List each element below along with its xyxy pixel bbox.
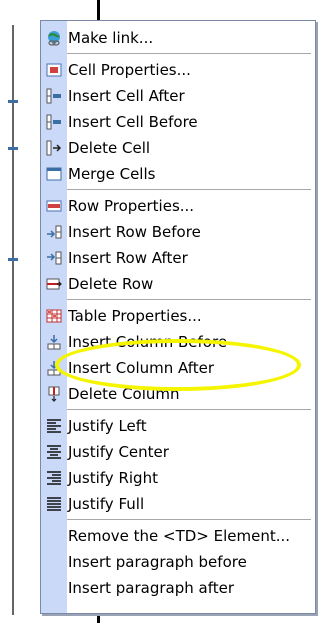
menu-item-label: Insert Row Before (68, 223, 201, 241)
background-marker (8, 147, 18, 150)
menu-item-insert-paragraph-after[interactable]: Insert paragraph after (41, 575, 315, 601)
background-cursor-line (97, 614, 100, 623)
menu-item-label: Insert paragraph before (68, 553, 247, 571)
background-marker (8, 258, 18, 261)
menu-item-justify-center[interactable]: Justify Center (41, 439, 315, 465)
menu-item-delete-row[interactable]: Delete Row (41, 271, 315, 297)
menu-item-label: Remove the <TD> Element... (68, 527, 291, 545)
background-marker (8, 100, 18, 103)
menu-item-insert-cell-before[interactable]: Insert Cell Before (41, 109, 315, 135)
menu-item-label: Justify Center (68, 443, 169, 461)
menu-item-label: Insert Row After (68, 249, 188, 267)
menu-item-insert-row-after[interactable]: Insert Row After (41, 245, 315, 271)
menu-item-label: Merge Cells (68, 165, 156, 183)
row-properties-icon (46, 200, 62, 212)
menu-item-label: Justify Left (68, 417, 147, 435)
context-menu: Make link... Cell Properties... Insert C… (40, 20, 316, 614)
menu-separator (67, 409, 311, 410)
menu-item-justify-full[interactable]: Justify Full (41, 491, 315, 517)
menu-item-label: Delete Row (68, 275, 154, 293)
globe-link-icon (48, 31, 60, 46)
background-border-line (12, 25, 14, 615)
menu-item-make-link[interactable]: Make link... (41, 25, 315, 51)
delete-row-icon (46, 278, 62, 290)
insert-row-after-icon (47, 251, 62, 265)
insert-cell-before-icon (46, 114, 61, 130)
justify-full-icon (47, 497, 61, 511)
menu-item-label: Table Properties... (68, 307, 202, 325)
menu-item-label: Delete Cell (68, 139, 151, 157)
background-cursor-line (97, 0, 100, 20)
justify-left-icon (47, 419, 61, 433)
delete-cell-icon (46, 140, 62, 156)
menu-item-label: Insert Cell Before (68, 113, 198, 131)
highlight-ellipse (55, 339, 301, 391)
menu-separator (67, 53, 311, 54)
delete-column-icon (48, 386, 60, 402)
merge-cells-icon (46, 167, 62, 181)
menu-item-label: Insert paragraph after (68, 579, 235, 597)
table-properties-icon (46, 309, 62, 323)
cell-properties-icon (46, 63, 62, 77)
insert-cell-after-icon (46, 88, 61, 104)
menu-item-justify-left[interactable]: Justify Left (41, 413, 315, 439)
menu-item-label: Justify Right (68, 469, 158, 487)
menu-item-merge-cells[interactable]: Merge Cells (41, 161, 315, 187)
menu-item-cell-properties[interactable]: Cell Properties... (41, 57, 315, 83)
menu-item-insert-cell-after[interactable]: Insert Cell After (41, 83, 315, 109)
menu-item-row-properties[interactable]: Row Properties... (41, 193, 315, 219)
menu-separator (67, 299, 311, 300)
justify-center-icon (47, 445, 61, 459)
menu-item-label: Cell Properties... (68, 61, 191, 79)
menu-item-justify-right[interactable]: Justify Right (41, 465, 315, 491)
menu-separator (67, 189, 311, 190)
menu-separator (67, 519, 311, 520)
menu-item-insert-paragraph-before[interactable]: Insert paragraph before (41, 549, 315, 575)
insert-column-before-icon (47, 335, 61, 350)
insert-row-before-icon (47, 225, 62, 239)
menu-item-label: Insert Cell After (68, 87, 185, 105)
menu-item-label: Justify Full (68, 495, 145, 513)
menu-item-table-properties[interactable]: Table Properties... (41, 303, 315, 329)
justify-right-icon (47, 471, 61, 485)
menu-item-label: Make link... (68, 29, 154, 47)
menu-item-label: Row Properties... (68, 197, 195, 215)
menu-item-remove-td-element[interactable]: Remove the <TD> Element... (41, 523, 315, 549)
menu-item-insert-row-before[interactable]: Insert Row Before (41, 219, 315, 245)
menu-item-delete-cell[interactable]: Delete Cell (41, 135, 315, 161)
